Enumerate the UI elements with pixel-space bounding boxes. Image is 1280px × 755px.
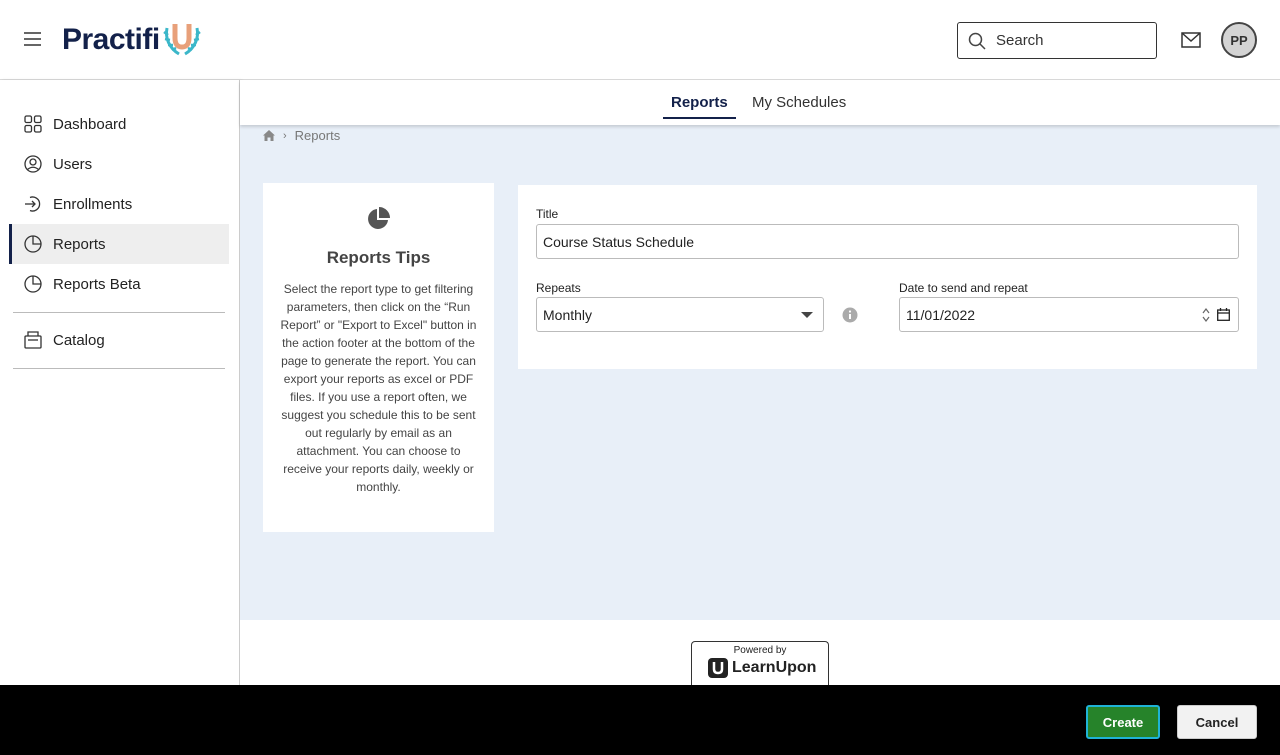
tab-bar: Reports My Schedules	[240, 80, 1280, 125]
sidebar-item-catalog[interactable]: Catalog	[9, 320, 229, 360]
reports-tips-card: Reports Tips Select the report type to g…	[263, 183, 494, 532]
search-icon	[968, 32, 986, 50]
cancel-button[interactable]: Cancel	[1177, 705, 1257, 739]
sidebar-item-label: Reports	[53, 235, 106, 253]
pie-chart-icon	[368, 207, 390, 229]
logo-laurel-u-icon	[162, 24, 201, 56]
title-field[interactable]: Course Status Schedule	[536, 224, 1239, 259]
sidebar-item-label: Dashboard	[53, 115, 127, 133]
practifi-logo[interactable]: Practifi	[62, 18, 203, 62]
calendar-icon[interactable]	[1217, 308, 1230, 321]
learnupon-brand-text: LearnUpon	[732, 659, 817, 676]
learnupon-brand: LearnUpon	[708, 658, 816, 678]
repeats-label: Repeats	[536, 281, 581, 295]
sidebar-divider	[13, 312, 225, 313]
date-field[interactable]: 11/01/2022	[899, 297, 1239, 332]
main-footer: Powered by LearnUpon	[240, 620, 1280, 685]
catalog-icon	[23, 330, 43, 350]
dashboard-grid-icon	[23, 114, 43, 134]
breadcrumb-separator-icon: ›	[283, 129, 287, 142]
create-button[interactable]: Create	[1086, 705, 1160, 739]
repeats-selected-value: Monthly	[543, 306, 593, 323]
enroll-arrow-icon	[23, 194, 43, 214]
sidebar-nav: Dashboard Users Enrollments Reports Repo…	[0, 80, 240, 685]
powered-by-text: Powered by	[733, 645, 787, 656]
repeats-select[interactable]: Monthly	[536, 297, 824, 332]
breadcrumb-current: Reports	[294, 128, 341, 143]
main-content: Reports My Schedules › Reports Reports T…	[240, 80, 1280, 685]
tab-my-schedules[interactable]: My Schedules	[744, 94, 854, 117]
date-label: Date to send and repeat	[899, 281, 1028, 295]
sidebar-item-reports[interactable]: Reports	[9, 224, 229, 264]
date-spinner-icon[interactable]	[1202, 307, 1210, 323]
search-input[interactable]	[996, 32, 1146, 49]
learnupon-logo-icon	[708, 658, 728, 678]
sidebar-item-label: Enrollments	[53, 195, 133, 213]
title-field-value: Course Status Schedule	[543, 233, 694, 250]
search-box[interactable]	[957, 22, 1157, 59]
sidebar-divider	[13, 368, 225, 369]
user-circle-icon	[23, 154, 43, 174]
breadcrumb: › Reports	[263, 128, 340, 143]
sidebar-item-users[interactable]: Users	[9, 144, 229, 184]
sidebar-item-reports-beta[interactable]: Reports Beta	[9, 264, 229, 304]
powered-by-badge[interactable]: Powered by LearnUpon	[691, 641, 829, 685]
logo-text: Practifi	[62, 23, 160, 56]
sidebar-item-label: Reports Beta	[53, 275, 141, 293]
chevron-down-icon	[801, 312, 813, 318]
tab-reports[interactable]: Reports	[663, 94, 736, 119]
sidebar-item-label: Users	[53, 155, 93, 173]
title-label: Title	[536, 207, 559, 221]
top-header: Practifi PP	[0, 0, 1280, 80]
date-field-value: 11/01/2022	[906, 306, 976, 323]
user-avatar[interactable]: PP	[1221, 22, 1257, 58]
home-icon[interactable]	[263, 130, 275, 141]
tips-title: Reports Tips	[326, 248, 431, 267]
action-footer: Create Cancel	[0, 685, 1280, 755]
sidebar-item-label: Catalog	[53, 331, 105, 349]
pie-chart-icon	[23, 234, 43, 254]
info-icon[interactable]	[842, 307, 858, 323]
sidebar-item-dashboard[interactable]: Dashboard	[9, 104, 229, 144]
sidebar-item-enrollments[interactable]: Enrollments	[9, 184, 229, 224]
hamburger-menu-icon[interactable]	[24, 28, 44, 50]
tips-body: Select the report type to get filtering …	[280, 282, 477, 494]
pie-chart-icon	[23, 274, 43, 294]
schedule-form-card: Title Course Status Schedule Repeats Mon…	[518, 185, 1257, 369]
mail-icon[interactable]	[1181, 31, 1201, 49]
